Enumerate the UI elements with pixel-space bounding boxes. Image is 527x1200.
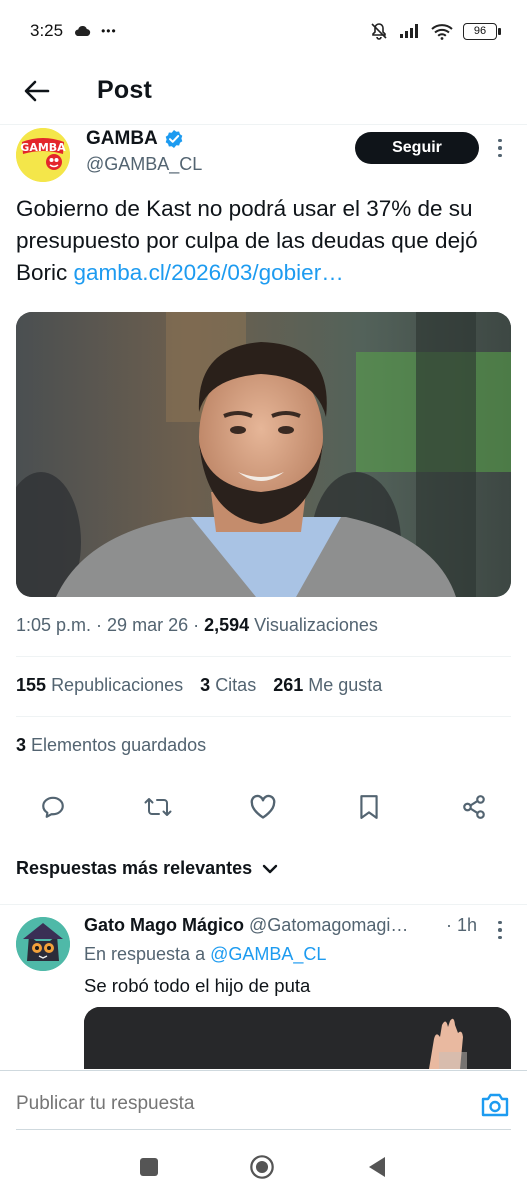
compose-bar [0, 1070, 527, 1136]
bookmark-button[interactable] [354, 792, 384, 822]
reply-icon [42, 796, 64, 818]
share-icon [463, 795, 485, 819]
repost-button[interactable] [143, 792, 173, 822]
reply-avatar[interactable] [16, 917, 70, 971]
repost-icon [144, 798, 172, 816]
gamba-logo: GAMBA [16, 128, 70, 182]
views-count: 2,594 [204, 615, 250, 635]
replies-sort-dropdown[interactable]: Respuestas más relevantes [16, 858, 278, 879]
status-time: 3:25 [30, 21, 64, 40]
header-divider [0, 124, 527, 125]
bookmarks-count: 3 [16, 735, 27, 755]
reply-to: En respuesta a @GAMBA_CL [84, 944, 326, 965]
author-handle[interactable]: @GAMBA_CL [86, 154, 202, 175]
reply-to-mention[interactable]: @GAMBA_CL [210, 944, 326, 964]
reply-to-prefix: En respuesta a [84, 944, 211, 964]
status-bar: 3:25 ••• 96 [0, 0, 527, 62]
divider [16, 656, 511, 657]
reply-author-name[interactable]: Gato Mago Mágico [84, 915, 244, 935]
likes-stat[interactable]: 261 Me gusta [273, 675, 382, 696]
replies-sort-label: Respuestas más relevantes [16, 858, 253, 878]
tweet-time: 1:05 p.m. [16, 615, 92, 635]
circle-home-icon [250, 1155, 274, 1179]
camera-button[interactable] [480, 1091, 510, 1119]
reply-photo [84, 1007, 511, 1069]
reposts-label: Republicaciones [51, 675, 184, 695]
more-options-icon[interactable] [492, 136, 508, 160]
chevron-down-icon [262, 864, 278, 873]
tweet-stats: 155 Republicaciones 3 Citas 261 Me gusta [16, 675, 382, 696]
reply-more-icon[interactable] [492, 918, 508, 942]
tweet-link[interactable]: gamba.cl/2026/03/gobier… [74, 260, 344, 285]
likes-count: 261 [273, 675, 304, 695]
back-button[interactable] [22, 76, 52, 106]
divider [0, 904, 527, 905]
tweet-date: 29 mar 26 [107, 615, 189, 635]
meta-separator: · [188, 615, 205, 635]
bookmarks-label: Elementos guardados [31, 735, 207, 755]
photo-man-portrait [16, 312, 511, 597]
meta-separator: · [91, 615, 108, 635]
battery-icon: 96 [463, 22, 501, 40]
status-extra: ••• [101, 24, 117, 38]
views-label: Visualizaciones [254, 615, 378, 635]
reply-header: Gato Mago Mágico @Gatomagomagi… [84, 915, 479, 936]
share-button[interactable] [459, 792, 489, 822]
cloud-icon [75, 26, 91, 37]
reply-image[interactable] [84, 1007, 511, 1069]
compose-underline [16, 1129, 511, 1130]
square-icon [140, 1158, 158, 1176]
status-right: 96 [369, 21, 501, 41]
post-header: Post [0, 62, 527, 120]
reply-button[interactable] [38, 792, 68, 822]
system-nav-bar [0, 1136, 527, 1200]
reply-input[interactable] [16, 1093, 456, 1115]
svg-text:GAMBA: GAMBA [20, 141, 66, 154]
triangle-back-icon [369, 1157, 385, 1177]
reposts-stat[interactable]: 155 Republicaciones [16, 675, 183, 696]
wifi-icon [431, 23, 453, 40]
status-left: 3:25 ••• [30, 21, 117, 41]
reply-time: · 1h [446, 915, 478, 935]
camera-icon [481, 1093, 509, 1117]
reply-text: Se robó todo el hijo de puta [84, 975, 311, 996]
like-icon [250, 794, 276, 819]
likes-label: Me gusta [308, 675, 383, 695]
tweet-image[interactable] [16, 312, 511, 597]
signal-icon [400, 24, 418, 38]
home-button[interactable] [249, 1154, 275, 1180]
bookmark-icon [360, 795, 378, 819]
quotes-stat[interactable]: 3 Citas [200, 675, 256, 696]
follow-button[interactable]: Seguir [355, 132, 479, 164]
quotes-count: 3 [200, 675, 211, 695]
author-name[interactable]: GAMBA [86, 128, 158, 150]
bookmarks-stat[interactable]: 3 Elementos guardados [16, 735, 206, 756]
verified-badge-icon [165, 130, 183, 148]
back-nav-button[interactable] [364, 1154, 390, 1180]
reposts-count: 155 [16, 675, 47, 695]
tweet-meta: 1:05 p.m. · 29 mar 26 · 2,594 Visualizac… [16, 615, 378, 636]
bell-off-icon [371, 23, 387, 40]
reply-author-handle[interactable]: @Gatomagomagi… [249, 915, 408, 935]
recents-button[interactable] [136, 1154, 162, 1180]
author-avatar[interactable]: GAMBA [16, 128, 70, 182]
page-title: Post [97, 76, 152, 104]
battery-level: 96 [473, 25, 487, 37]
like-button[interactable] [248, 792, 278, 822]
divider [16, 716, 511, 717]
quotes-label: Citas [215, 675, 257, 695]
author-name-row: GAMBA [86, 128, 184, 150]
tweet-text: Gobierno de Kast no podrá usar el 37% de… [16, 193, 516, 289]
cat-wizard-avatar [16, 917, 70, 971]
arrow-left-icon [24, 80, 50, 102]
